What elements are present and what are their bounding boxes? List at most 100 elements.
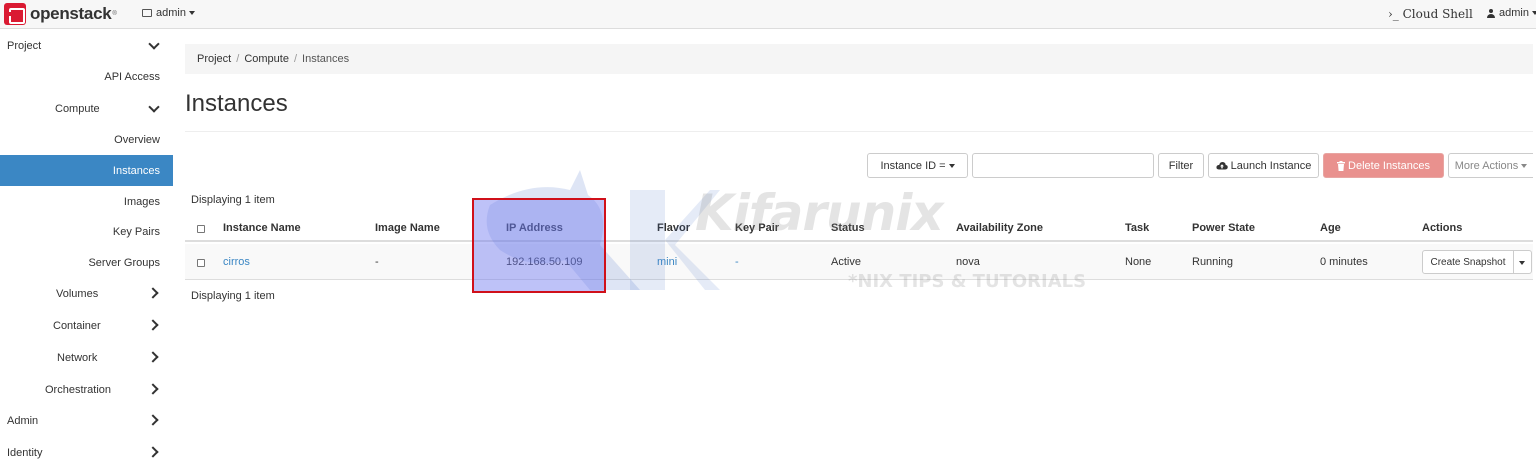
openstack-logo[interactable]: openstack ® — [4, 3, 117, 25]
flavor-link[interactable]: mini — [657, 256, 677, 268]
filter-button[interactable]: Filter — [1158, 153, 1204, 178]
filter-field-label: Instance ID = — [880, 159, 946, 172]
breadcrumb-separator: / — [293, 53, 298, 65]
breadcrumb-instances: Instances — [302, 53, 350, 65]
sidebar-item-network[interactable]: Network — [0, 342, 173, 373]
openstack-logo-icon — [4, 3, 26, 25]
sidebar-item-label: Container — [53, 319, 101, 332]
key-pair-cell: - — [735, 256, 739, 268]
sidebar-item-label: API Access — [104, 70, 160, 83]
display-count-bottom: Displaying 1 item — [191, 290, 275, 302]
project-selector-label: admin — [156, 7, 186, 19]
filter-input[interactable] — [972, 153, 1154, 178]
brand-trademark: ® — [112, 11, 117, 17]
sidebar-item-server-groups[interactable]: Server Groups — [0, 247, 173, 278]
chevron-right-icon — [150, 384, 158, 392]
sidebar-item-container[interactable]: Container — [0, 310, 173, 341]
column-header-age[interactable]: Age — [1320, 222, 1341, 234]
more-actions-label: More Actions — [1454, 159, 1519, 172]
sidebar-item-project[interactable]: Project — [0, 30, 173, 61]
status-cell: Active — [831, 256, 861, 268]
task-cell: None — [1125, 256, 1152, 268]
breadcrumb-compute[interactable]: Compute — [244, 53, 289, 65]
sidebar-item-key-pairs[interactable]: Key Pairs — [0, 216, 173, 247]
delete-instances-button[interactable]: Delete Instances — [1323, 153, 1444, 178]
instance-name-link[interactable]: cirros — [223, 256, 250, 268]
more-actions-button[interactable]: More Actions — [1448, 153, 1533, 178]
sidebar-item-admin[interactable]: Admin — [0, 405, 173, 436]
sidebar-item-label: Admin — [7, 414, 39, 427]
sidebar-item-images[interactable]: Images — [0, 186, 173, 217]
cloud-upload-icon — [1216, 162, 1228, 170]
caret-down-icon — [188, 11, 195, 15]
launch-instance-label: Launch Instance — [1230, 159, 1312, 172]
column-header-task[interactable]: Task — [1125, 222, 1149, 234]
watermark-subtext: *NIX TIPS & TUTORIALS — [848, 271, 1087, 292]
chevron-right-icon — [150, 447, 158, 455]
age-cell: 0 minutes — [1320, 256, 1368, 268]
sidebar-item-volumes[interactable]: Volumes — [0, 278, 173, 309]
user-icon — [1487, 8, 1495, 18]
watermark-text: Kifarunix — [695, 184, 944, 242]
sidebar-item-identity[interactable]: Identity — [0, 437, 173, 463]
ip-address-highlight — [472, 198, 606, 293]
column-header-instance-name[interactable]: Instance Name — [223, 222, 301, 234]
breadcrumb-separator: / — [236, 53, 240, 65]
sidebar-item-api-access[interactable]: API Access — [0, 61, 173, 92]
sidebar-item-label: Compute — [55, 102, 100, 115]
brand-name: openstack — [30, 4, 112, 23]
project-icon — [142, 9, 152, 17]
caret-down-icon — [948, 163, 955, 168]
cloud-shell-link[interactable]: ›_ Cloud Shell — [1388, 7, 1473, 21]
caret-down-icon — [1531, 11, 1536, 15]
availability-zone-cell: nova — [956, 256, 980, 268]
user-menu[interactable]: admin — [1487, 7, 1536, 19]
sidebar-item-label: Key Pairs — [112, 225, 160, 238]
sidebar-item-orchestration[interactable]: Orchestration — [0, 374, 173, 405]
sidebar-item-label: Project — [7, 39, 42, 52]
sidebar-item-instances[interactable]: Instances — [0, 155, 173, 186]
breadcrumb-project[interactable]: Project — [197, 53, 231, 65]
sidebar-item-label: Overview — [114, 133, 160, 146]
row-checkbox[interactable] — [197, 259, 205, 267]
caret-down-icon — [1521, 163, 1528, 168]
user-menu-label: admin — [1499, 7, 1529, 19]
caret-down-icon — [1519, 261, 1525, 265]
chevron-right-icon — [150, 320, 158, 328]
sidebar: Project API Access Compute Overview Inst… — [0, 30, 173, 463]
project-selector[interactable]: admin — [142, 7, 195, 19]
sidebar-item-label: Instances — [112, 164, 160, 177]
chevron-down-icon — [150, 103, 158, 111]
column-header-image-name[interactable]: Image Name — [375, 222, 440, 234]
delete-instances-label: Delete Instances — [1348, 159, 1430, 172]
column-header-actions: Actions — [1422, 222, 1463, 234]
sidebar-item-label: Images — [123, 195, 160, 208]
display-count-top: Displaying 1 item — [191, 194, 275, 206]
column-header-availability-zone[interactable]: Availability Zone — [956, 222, 1043, 234]
top-navbar: openstack ® admin ›_ Cloud Shell admin — [0, 0, 1536, 29]
sidebar-item-compute[interactable]: Compute — [0, 93, 173, 124]
column-header-flavor[interactable]: Flavor — [657, 222, 690, 234]
chevron-right-icon — [150, 288, 158, 296]
power-state-cell: Running — [1192, 256, 1233, 268]
row-actions-dropdown[interactable] — [1513, 250, 1532, 274]
chevron-right-icon — [150, 415, 158, 423]
sidebar-item-label: Network — [57, 351, 98, 364]
sidebar-item-label: Server Groups — [88, 256, 160, 269]
create-snapshot-button[interactable]: Create Snapshot — [1422, 250, 1514, 274]
sidebar-item-label: Orchestration — [45, 383, 112, 396]
launch-instance-button[interactable]: Launch Instance — [1208, 153, 1319, 178]
sidebar-item-overview[interactable]: Overview — [0, 124, 173, 155]
image-name-cell: - — [375, 256, 379, 268]
breadcrumb: Project / Compute / Instances — [185, 44, 1533, 74]
sidebar-item-label: Volumes — [56, 287, 99, 300]
sidebar-item-label: Identity — [7, 446, 43, 459]
column-header-power-state[interactable]: Power State — [1192, 222, 1255, 234]
trash-icon — [1337, 160, 1346, 171]
title-divider — [185, 131, 1533, 132]
filter-field-select[interactable]: Instance ID = — [867, 153, 968, 178]
select-all-checkbox[interactable] — [197, 225, 205, 233]
chevron-down-icon — [150, 40, 158, 48]
chevron-right-icon — [150, 352, 158, 360]
page-title: Instances — [185, 90, 288, 117]
